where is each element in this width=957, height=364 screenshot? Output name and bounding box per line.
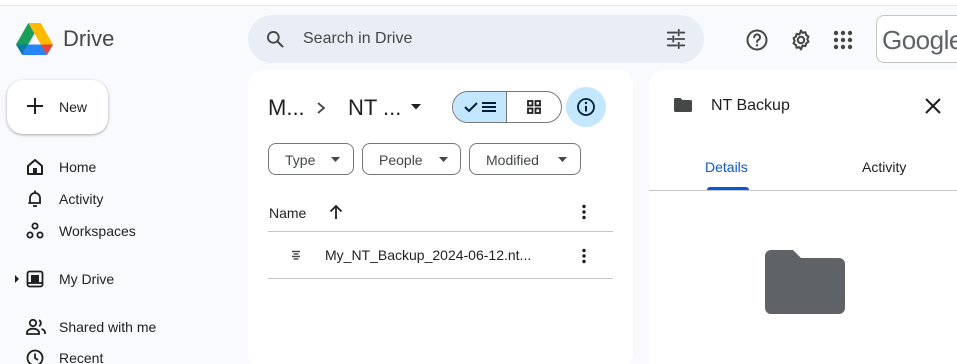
sidebar-item-shared-with-me[interactable]: Shared with me — [0, 313, 230, 341]
folder-menu-caret-icon[interactable] — [411, 104, 421, 110]
search-input[interactable] — [303, 27, 643, 51]
large-folder-icon — [765, 250, 845, 314]
sort-ascending-icon[interactable] — [329, 204, 343, 220]
column-header-row: Name — [268, 202, 613, 232]
text-file-icon — [292, 250, 300, 260]
people-filter-chip[interactable]: People — [362, 143, 461, 175]
sidebar-item-activity[interactable]: Activity — [0, 185, 230, 213]
help-icon[interactable] — [745, 28, 769, 52]
sidebar-item-my-drive[interactable]: My Drive — [0, 265, 230, 293]
list-view-icon — [481, 102, 496, 112]
modified-filter-chip[interactable]: Modified — [469, 143, 581, 175]
apps-grid-icon[interactable] — [831, 28, 855, 52]
settings-icon[interactable] — [789, 28, 813, 52]
tab-activity[interactable]: Activity — [862, 159, 906, 175]
sidebar-item-home[interactable]: Home — [0, 153, 230, 181]
sidebar-item-label: Recent — [59, 350, 104, 364]
type-filter-chip[interactable]: Type — [268, 143, 354, 175]
file-name: My_NT_Backup_2024-06-12.nt... — [325, 247, 532, 263]
sidebar-item-workspaces[interactable]: Workspaces — [0, 217, 230, 245]
name-column-header[interactable]: Name — [269, 205, 306, 221]
drive-logo[interactable]: Drive — [16, 23, 114, 55]
app-name: Drive — [63, 26, 115, 51]
chip-label: Modified — [486, 152, 539, 168]
home-icon — [27, 159, 43, 175]
more-actions-icon[interactable] — [581, 204, 587, 220]
clock-icon — [26, 349, 44, 364]
google-brand-text: Google — [882, 25, 957, 55]
plus-icon — [27, 98, 43, 114]
new-button-label: New — [59, 99, 88, 115]
new-button[interactable]: New — [7, 80, 108, 134]
more-actions-icon[interactable] — [581, 248, 587, 264]
folder-icon — [674, 98, 692, 112]
chevron-down-icon — [439, 157, 448, 162]
breadcrumb-parent[interactable]: M... — [268, 95, 305, 121]
sidebar-item-label: Home — [59, 159, 97, 175]
chip-label: Type — [285, 152, 316, 168]
list-view-button[interactable] — [453, 92, 508, 122]
sidebar-item-label: Activity — [59, 191, 104, 207]
info-icon — [577, 98, 595, 116]
checkmark-icon — [463, 102, 478, 113]
search-bar[interactable] — [248, 15, 704, 63]
sidebar-item-label: My Drive — [59, 271, 115, 287]
search-icon[interactable] — [265, 29, 285, 49]
expand-caret-icon[interactable] — [14, 274, 20, 284]
sidebar-item-recent[interactable]: Recent — [0, 344, 230, 364]
browser-top-edge — [0, 0, 957, 6]
sidebar-item-label: Shared with me — [59, 319, 157, 335]
tab-details[interactable]: Details — [705, 159, 748, 175]
drive-icon — [26, 270, 44, 288]
grid-view-button[interactable] — [507, 92, 561, 122]
google-account-button[interactable]: Google — [876, 15, 957, 63]
workspaces-icon — [26, 222, 44, 239]
file-list-panel: M... NT ... Type People Modified Name My… — [248, 70, 633, 364]
details-panel: NT Backup Details Activity — [649, 70, 957, 364]
details-title: NT Backup — [711, 97, 790, 114]
breadcrumb-chevron-icon — [317, 102, 326, 114]
chip-label: People — [379, 152, 423, 168]
chevron-down-icon — [331, 157, 340, 162]
grid-view-icon — [527, 100, 541, 114]
chevron-down-icon — [558, 157, 567, 162]
search-options-icon[interactable] — [665, 28, 687, 50]
sidebar-item-label: Workspaces — [59, 223, 136, 239]
breadcrumb-current[interactable]: NT ... — [348, 95, 401, 121]
view-details-button[interactable] — [566, 87, 606, 127]
bell-icon — [28, 190, 41, 207]
tabs-divider — [649, 190, 957, 191]
file-row[interactable]: My_NT_Backup_2024-06-12.nt... — [268, 232, 613, 279]
drive-logo-icon — [16, 23, 53, 55]
people-icon — [26, 318, 46, 335]
view-toggle[interactable] — [452, 91, 562, 123]
close-icon[interactable] — [925, 98, 941, 114]
